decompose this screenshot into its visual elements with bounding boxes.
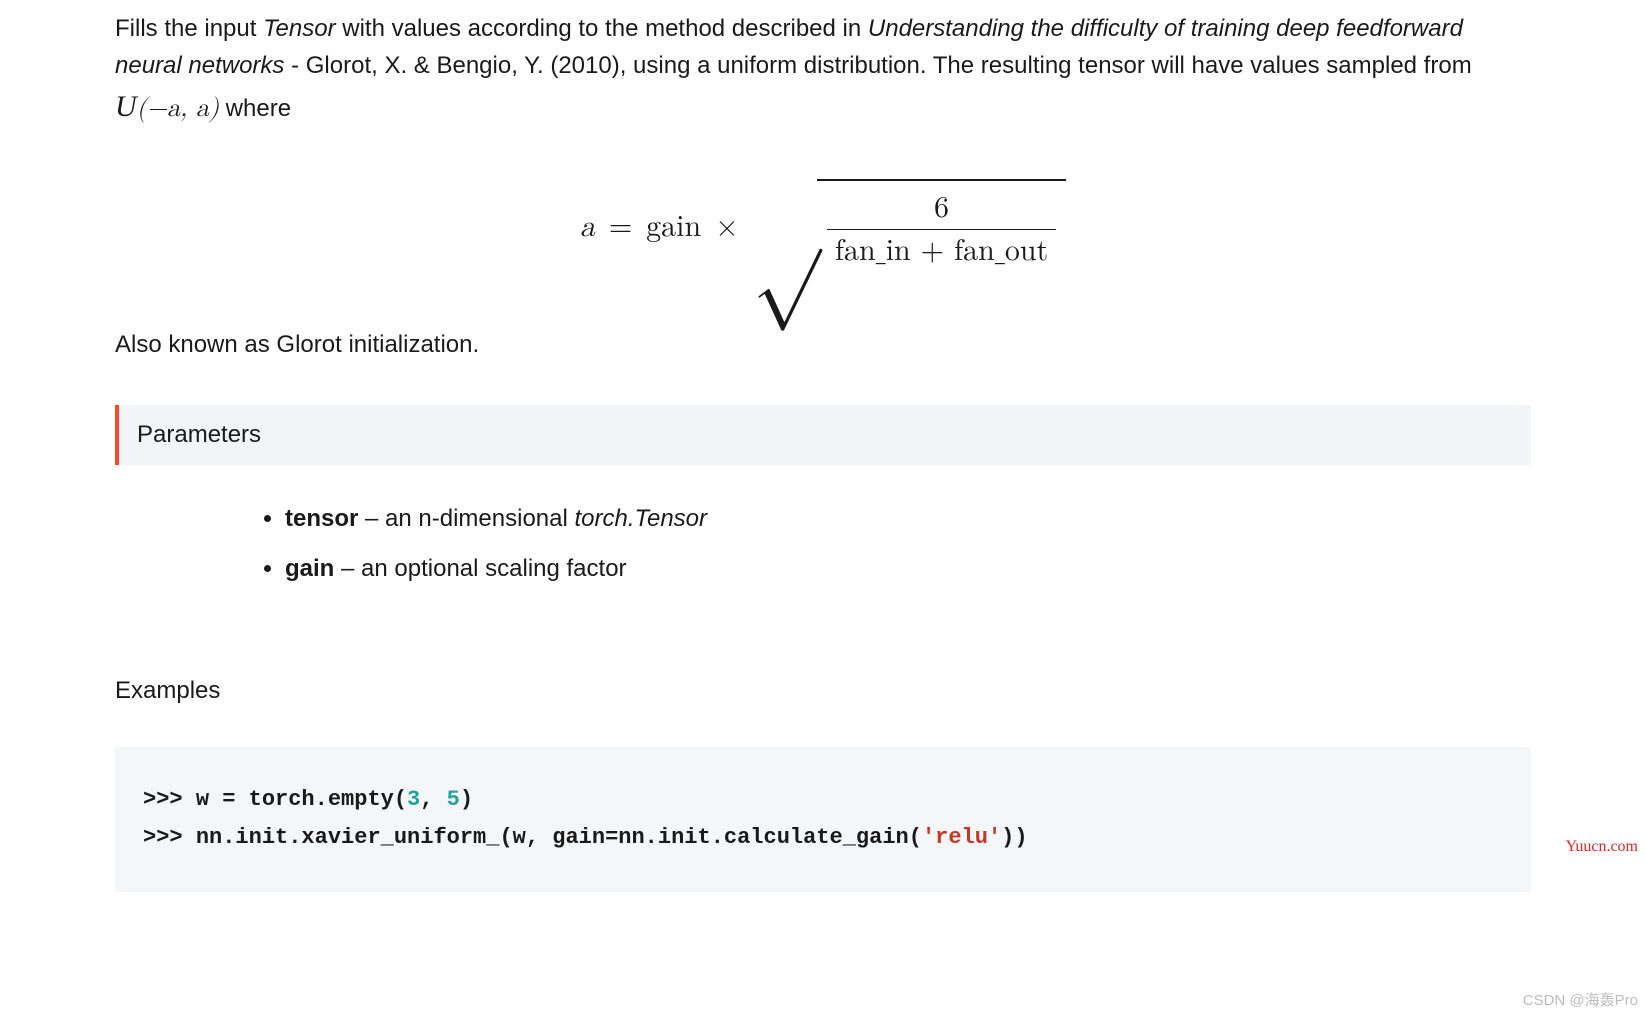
intro-text: with values according to the method desc… (336, 15, 868, 42)
param-sep: – (358, 505, 385, 532)
radicand: 6 fan_in + fan_out (817, 179, 1066, 275)
intro-paragraph: Fills the input Tensor with values accor… (115, 10, 1531, 131)
glorot-note: Also known as Glorot initialization. (115, 331, 1531, 359)
intro-text: - Glorot, X. & Bengio, Y. (2010), using … (284, 52, 1471, 79)
code-prompt: >>> (143, 787, 196, 812)
code-number: 3 (407, 787, 420, 812)
times-sign: × (715, 212, 738, 242)
param-name: tensor (285, 505, 358, 532)
examples-heading: Examples (115, 677, 1531, 705)
parameters-heading: Parameters (115, 405, 1531, 465)
intro-text: Fills the input (115, 15, 263, 42)
code-number: 5 (447, 787, 460, 812)
param-desc: an optional scaling factor (361, 555, 627, 582)
code-text: )) (1001, 825, 1027, 850)
doc-page: Fills the input Tensor with values accor… (0, 0, 1646, 892)
math-distribution: U(−a, a) (115, 96, 219, 122)
code-text: nn.init.xavier_uniform_(w, gain=nn.init.… (196, 825, 922, 850)
param-item: gain – an optional scaling factor (285, 551, 1531, 587)
watermark-csdn: CSDN @海轰Pro (1523, 989, 1638, 1010)
equals-sign: = (609, 212, 632, 242)
code-prompt: >>> (143, 825, 196, 850)
fraction-denominator: fan_in + fan_out (827, 230, 1056, 266)
param-sep: – (334, 555, 361, 582)
code-text: ) (460, 787, 473, 812)
math-cal-u: U (115, 90, 137, 123)
formula: a = gain × √ 6 fan_in + fan_out (115, 179, 1531, 275)
param-name: gain (285, 555, 334, 582)
code-example: >>> w = torch.empty(3, 5) >>> nn.init.xa… (115, 747, 1531, 892)
param-item: tensor – an n-dimensional torch.Tensor (285, 501, 1531, 537)
code-text: w = torch.empty( (196, 787, 407, 812)
formula-lhs: a (580, 212, 595, 242)
code-string: 'relu' (922, 825, 1001, 850)
radical-sign: √ (753, 179, 821, 275)
watermark-yuucn: Yuucn.com (1566, 838, 1638, 856)
param-desc-em: torch.Tensor (575, 505, 708, 532)
fraction-numerator: 6 (926, 193, 957, 229)
code-text: , (420, 787, 446, 812)
formula-inner: a = gain × √ 6 fan_in + fan_out (580, 179, 1066, 275)
parameters-list: tensor – an n-dimensional torch.Tensor g… (115, 501, 1531, 587)
math-args: (−a, a) (137, 96, 219, 122)
param-desc: an n-dimensional (385, 505, 574, 532)
sqrt: √ 6 fan_in + fan_out (753, 179, 1067, 275)
intro-tensor: Tensor (263, 15, 336, 42)
intro-text: where (219, 95, 291, 122)
formula-gain: gain (646, 212, 701, 242)
